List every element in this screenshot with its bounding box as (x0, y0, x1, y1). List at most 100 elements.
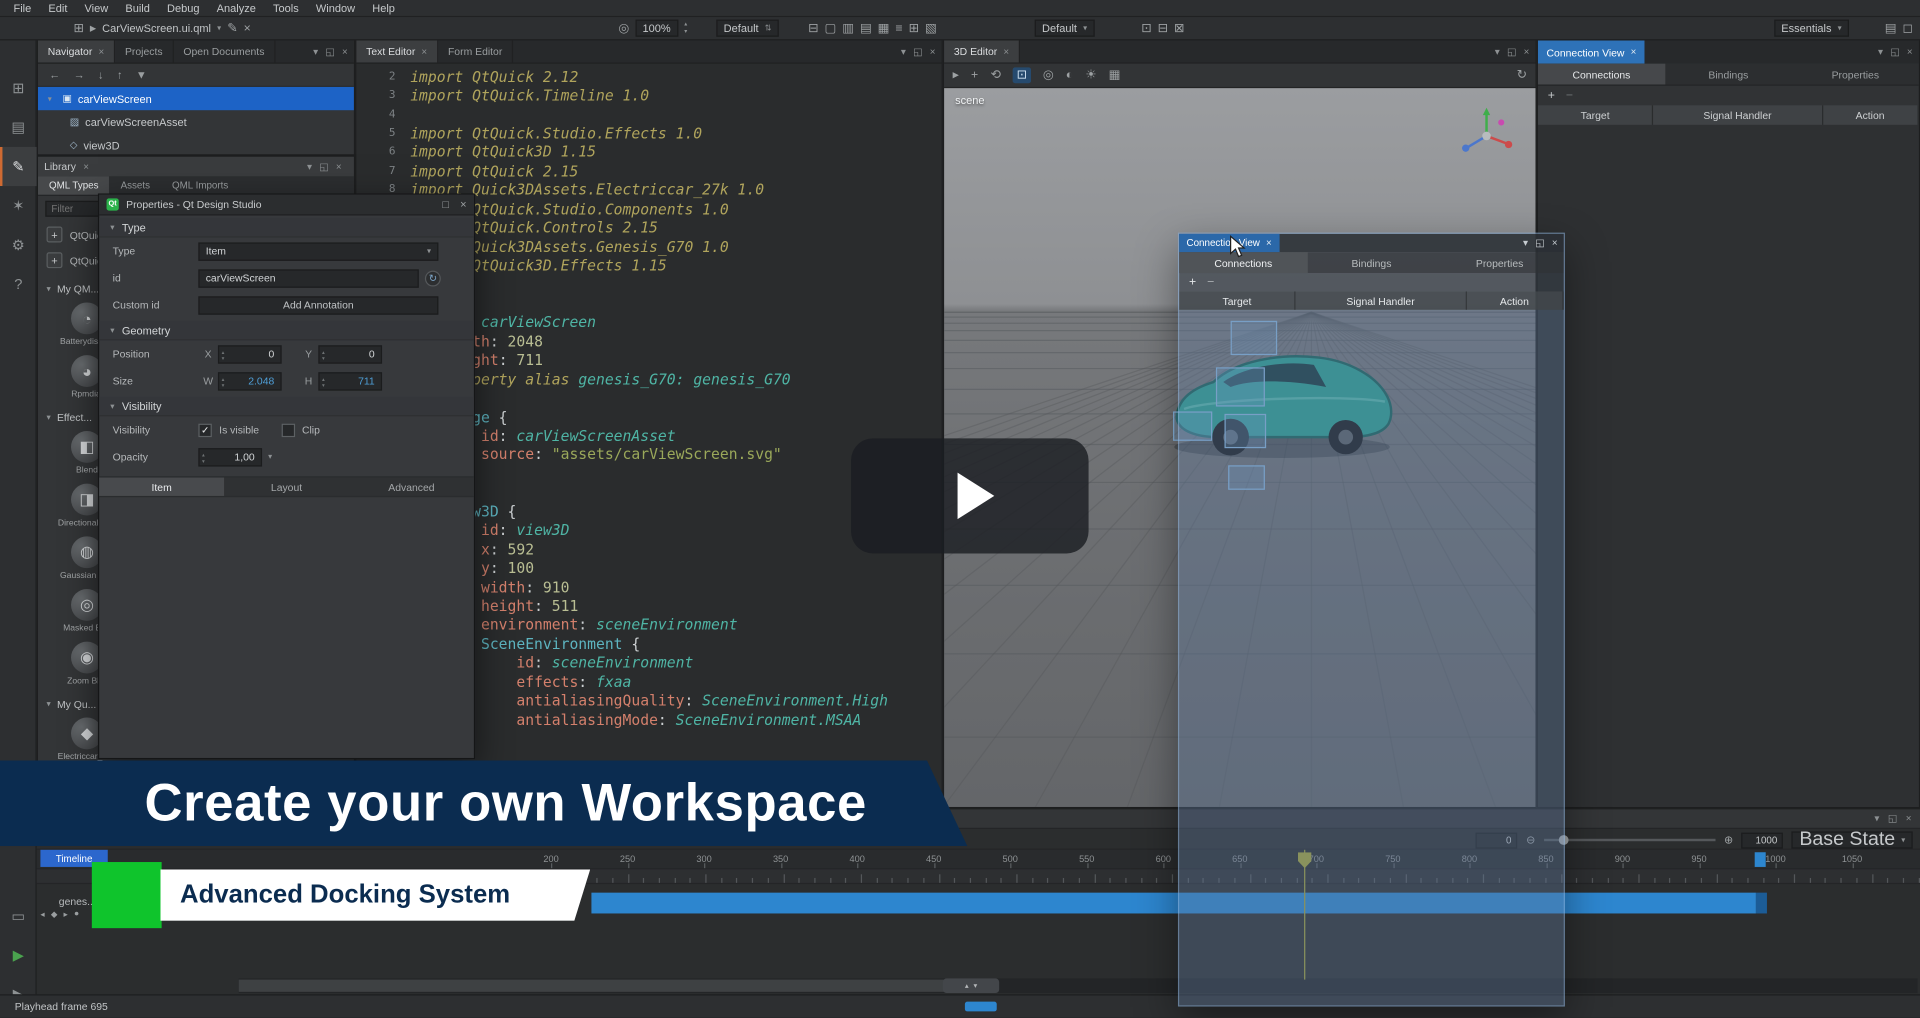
add-module-icon[interactable]: + (47, 227, 63, 243)
menu-edit[interactable]: Edit (40, 0, 76, 17)
tab-advanced[interactable]: Advanced (349, 478, 474, 496)
tab-connection-view[interactable]: Connection View× (1538, 40, 1645, 63)
prev-keyframe-icon[interactable]: ◂ (40, 910, 44, 920)
record-icon[interactable]: ● (74, 910, 79, 920)
help-mode-icon[interactable]: ? (0, 264, 37, 303)
guides-toggle-icon[interactable]: ⊟ (1158, 21, 1168, 34)
close-panel-icon[interactable]: × (930, 46, 936, 57)
close-panel-icon[interactable]: × (1906, 813, 1912, 824)
float-panel-icon[interactable]: ◱ (913, 46, 922, 57)
column-header[interactable]: Target (1538, 105, 1654, 125)
y-spinbox[interactable]: ▴▾0 (318, 345, 382, 363)
floating-connection-view[interactable]: Connection View× ▾ ◱ × Connections Bindi… (1178, 233, 1565, 1007)
tab-qml-imports[interactable]: QML Imports (161, 176, 239, 194)
light-icon[interactable]: ☀ (1085, 69, 1096, 82)
tab-open-documents[interactable]: Open Documents (174, 40, 276, 62)
opacity-spinbox[interactable]: ▴▾1,00 (198, 448, 262, 466)
kit-selector-icon[interactable]: ▭ (0, 896, 37, 935)
float-panel-icon[interactable]: ◱ (1507, 46, 1516, 57)
float-panel-icon[interactable]: ◱ (1888, 813, 1897, 824)
id-input[interactable]: carViewScreen (198, 269, 418, 287)
column-header[interactable]: Signal Handler (1654, 105, 1823, 125)
merge-icon[interactable]: ⊞ (909, 21, 919, 34)
edit-document-icon[interactable]: ✎ (227, 21, 237, 34)
tab-bindings[interactable]: Bindings (1665, 64, 1792, 85)
add-connection-icon[interactable]: + (1548, 89, 1555, 102)
tab-navigator[interactable]: Navigator× (38, 40, 115, 62)
clip-checkbox[interactable] (281, 423, 294, 436)
section-geometry[interactable]: ▾Geometry (99, 321, 474, 341)
remove-connection-icon[interactable]: − (1207, 276, 1214, 289)
layout-panel-icon[interactable]: ▤ (1885, 21, 1897, 34)
menu-analyze[interactable]: Analyze (208, 0, 264, 17)
section-type[interactable]: ▾Type (99, 218, 474, 238)
tab-properties[interactable]: Properties (1792, 64, 1919, 85)
edit-mode-icon[interactable]: ▤ (0, 108, 37, 147)
style-select[interactable]: Default▾ (1035, 20, 1095, 37)
run-button-icon[interactable]: ▶ (0, 936, 37, 975)
timeline-scrollbar[interactable] (239, 978, 1918, 993)
open-document-name[interactable]: CarViewScreen.ui.qml (102, 22, 211, 34)
section-visibility[interactable]: ▾Visibility (99, 397, 474, 417)
properties-dialog-titlebar[interactable]: Qt Properties - Qt Design Studio □ × (99, 195, 474, 216)
zoom-stepper[interactable]: ▴▾ (684, 21, 687, 36)
is-visible-checkbox[interactable]: ✓ (198, 423, 211, 436)
scrollbar-handle[interactable] (239, 980, 964, 992)
layout-grid-icon[interactable]: ▦ (878, 21, 890, 34)
anchors-icon[interactable]: ▢ (825, 21, 837, 34)
menu-tools[interactable]: Tools (264, 0, 307, 17)
column-header[interactable]: Target (1179, 291, 1296, 309)
close-panel-icon[interactable]: × (342, 46, 348, 57)
animation-track-bar[interactable] (591, 893, 1755, 914)
tab-projects[interactable]: Projects (115, 40, 173, 62)
caret-down-icon[interactable]: ▾ (307, 161, 312, 172)
close-icon[interactable]: × (1266, 238, 1272, 249)
maximize-icon[interactable]: □ (442, 198, 449, 210)
close-panel-icon[interactable]: × (1552, 238, 1558, 249)
add-module-icon[interactable]: + (47, 252, 63, 268)
layout-row-icon[interactable]: ▥ (842, 21, 854, 34)
filter-icon[interactable]: ▼ (136, 69, 147, 81)
close-icon[interactable]: × (1003, 46, 1009, 57)
welcome-mode-icon[interactable]: ⊞ (0, 69, 37, 108)
width-spinbox[interactable]: ▴▾2.048 (218, 372, 282, 390)
tab-item[interactable]: Item (99, 478, 224, 496)
snap-toggle-icon[interactable]: ⊡ (1141, 21, 1151, 34)
column-header[interactable]: Action (1823, 105, 1919, 125)
scale-tool-icon[interactable]: ⊡ (1013, 67, 1031, 83)
mode-select[interactable]: Essentials▾ (1774, 20, 1849, 37)
list-view-icon[interactable]: ≡ (895, 21, 902, 34)
caret-down-icon[interactable]: ▾ (1878, 47, 1883, 58)
bottom-scroll-thumb[interactable] (965, 1002, 997, 1012)
close-icon[interactable]: × (1631, 47, 1637, 58)
column-header[interactable]: Signal Handler (1296, 291, 1466, 309)
tab-properties[interactable]: Properties (1436, 252, 1564, 273)
tab-form-editor[interactable]: Form Editor (438, 40, 513, 62)
float-panel-icon[interactable]: ◱ (1535, 238, 1544, 249)
tab-3d-editor[interactable]: 3D Editor× (944, 40, 1020, 62)
chevron-right-icon[interactable]: ▸ (90, 21, 96, 34)
close-panel-icon[interactable]: × (336, 161, 342, 172)
caret-down-icon[interactable]: ▾ (313, 46, 318, 57)
tree-row-carviewscreenasset[interactable]: ▨ carViewScreenAsset (38, 110, 354, 133)
tree-row-view3d[interactable]: ◇ view3D (38, 133, 354, 156)
video-play-button[interactable] (851, 438, 1089, 553)
export-icon[interactable]: ⊟ (808, 21, 818, 34)
move-up-icon[interactable]: ↑ (117, 69, 123, 81)
menu-window[interactable]: Window (307, 0, 363, 17)
close-icon[interactable]: × (421, 46, 427, 57)
add-annotation-button[interactable]: Add Annotation (198, 296, 438, 314)
wizard-icon[interactable]: ▧ (925, 21, 937, 34)
refresh-id-icon[interactable]: ↻ (425, 270, 441, 286)
end-frame-marker[interactable] (1755, 852, 1766, 867)
tab-text-editor[interactable]: Text Editor× (356, 40, 438, 62)
close-icon[interactable]: × (98, 46, 104, 57)
menu-build[interactable]: Build (117, 0, 159, 17)
track-label[interactable]: genes... (59, 895, 96, 907)
tree-row-carviewscreen[interactable]: ▾ ▣ carViewScreen (38, 87, 354, 110)
next-keyframe-icon[interactable]: ▸ (64, 910, 68, 920)
rotate-tool-icon[interactable]: ⟲ (990, 69, 1000, 82)
timeline-ruler[interactable]: 2002503003504004505005506006507007508008… (37, 850, 1920, 870)
menu-view[interactable]: View (76, 0, 117, 17)
view-gizmo-icon[interactable] (1457, 103, 1516, 162)
